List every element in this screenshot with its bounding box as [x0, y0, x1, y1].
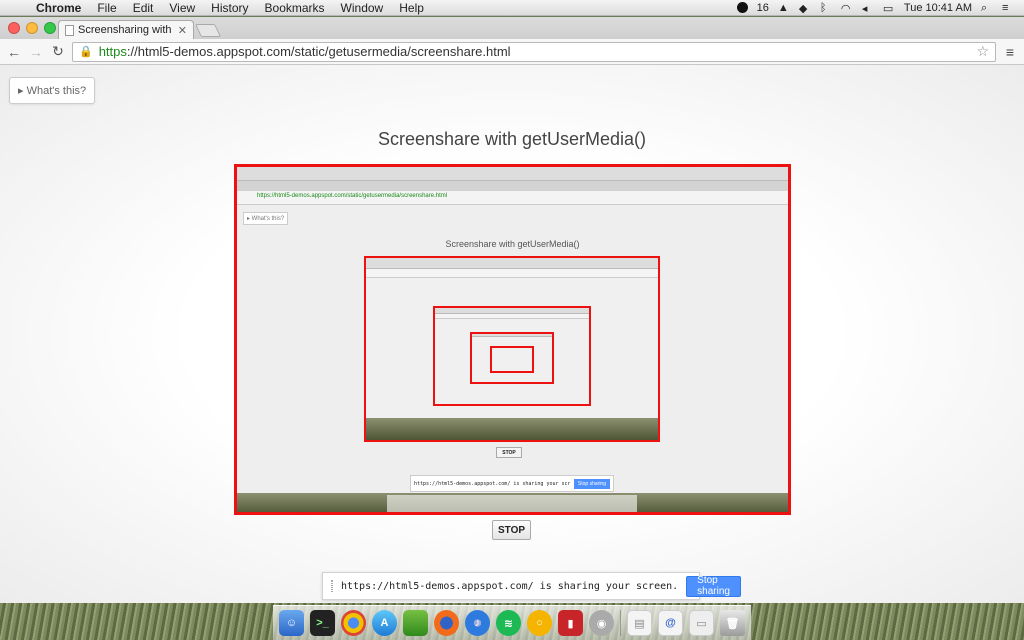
bookmark-star-icon[interactable]: ☆	[976, 43, 989, 60]
dock-separator	[620, 610, 621, 636]
menu-bookmarks[interactable]: Bookmarks	[257, 0, 333, 16]
menu-file[interactable]: File	[89, 0, 124, 16]
volume-icon[interactable]: ◂	[862, 2, 874, 15]
whats-this-button[interactable]: ▸ What's this?	[9, 77, 96, 104]
clock[interactable]: Tue 10:41 AM	[904, 2, 972, 14]
inner-stop-sharing: Stop sharing	[573, 478, 610, 489]
document-icon[interactable]: ▤	[627, 610, 652, 636]
finder-icon[interactable]: ☺	[279, 610, 304, 636]
inner4-menubar	[472, 334, 552, 337]
minimize-window-button[interactable]	[26, 22, 38, 34]
notification-center-icon[interactable]: ≡	[1002, 2, 1014, 14]
dropbox-icon[interactable]: ◆	[799, 2, 811, 15]
stop-button[interactable]: STOP	[492, 520, 531, 540]
inner-screenshare-video	[364, 256, 660, 442]
app-icon[interactable]	[403, 610, 428, 636]
app-icon[interactable]: ◉	[589, 610, 614, 636]
screen-sharing-infobar: https://html5-demos.appspot.com/ is shar…	[322, 572, 741, 600]
tab-title: Screensharing with getUse	[78, 24, 174, 36]
menu-view[interactable]: View	[161, 0, 203, 16]
new-tab-button[interactable]	[194, 24, 222, 37]
menu-edit[interactable]: Edit	[125, 0, 162, 16]
chrome-menu-icon[interactable]: ≡	[1002, 44, 1018, 60]
sharing-message: https://html5-demos.appspot.com/ is shar…	[341, 580, 679, 592]
browser-window: Screensharing with getUse ✕ ← → ↻ 🔒 http…	[0, 17, 1024, 603]
app-icon[interactable]: ▮	[558, 610, 583, 636]
page-title: Screenshare with getUserMedia()	[377, 129, 647, 149]
firefox-icon[interactable]	[434, 610, 459, 636]
url-rest: ://html5-demos.appspot.com/static/getuse…	[126, 44, 511, 59]
inner-desktop	[237, 493, 788, 512]
inner-infobar-message: https://html5-demos.appspot.com/ is shar…	[414, 480, 570, 487]
zoom-window-button[interactable]	[44, 22, 56, 34]
page-content: ▸ What's this? Screenshare with getUserM…	[0, 65, 1024, 603]
back-icon[interactable]: ←	[6, 44, 22, 60]
lock-icon[interactable]: 🔒	[79, 45, 93, 58]
inner2-toolbar	[366, 268, 658, 278]
tab-strip: Screensharing with getUse ✕	[0, 17, 1024, 39]
menu-history[interactable]: History	[203, 0, 256, 16]
inner-dock	[387, 495, 637, 512]
screenshare-video: https://html5-demos.appspot.com/static/g…	[234, 164, 791, 515]
forward-icon[interactable]: →	[28, 44, 44, 60]
inner-infobar: https://html5-demos.appspot.com/ is shar…	[410, 475, 614, 492]
drag-handle-icon[interactable]	[331, 580, 333, 592]
inner-menubar	[237, 167, 788, 181]
menu-app[interactable]: Chrome	[28, 0, 89, 16]
bluetooth-icon[interactable]: ᛒ	[820, 2, 832, 14]
inner-whats-this: ▸ What's this?	[243, 211, 289, 225]
reload-icon[interactable]: ↻	[50, 43, 66, 60]
mail-icon[interactable]: @	[658, 610, 683, 636]
macos-menubar: Chrome File Edit View History Bookmarks …	[0, 0, 1024, 16]
drive-icon[interactable]: ▲	[778, 2, 790, 14]
spotify-icon[interactable]: ≋	[496, 610, 521, 636]
close-tab-icon[interactable]: ✕	[178, 24, 187, 37]
inner2-menubar	[366, 258, 658, 269]
inner4-screenshare-video	[490, 346, 534, 373]
chrome-icon[interactable]	[341, 610, 366, 636]
app-icon[interactable]: ○	[527, 610, 552, 636]
inner-tabstrip	[237, 180, 788, 192]
inner-address-bar: https://html5-demos.appspot.com/static/g…	[237, 191, 788, 205]
inner3-toolbar	[435, 313, 589, 319]
downloads-icon[interactable]: ▭	[689, 610, 714, 636]
appstore-icon[interactable]: A	[372, 610, 397, 636]
window-controls	[8, 22, 56, 34]
page-icon	[65, 24, 74, 36]
inner2-dock	[366, 418, 658, 440]
menu-help[interactable]: Help	[391, 0, 432, 16]
menubar-tray: 16 ▲ ◆ ᛒ ◠ ◂ ▭ Tue 10:41 AM ⌕ ≡	[736, 2, 1024, 15]
close-window-button[interactable]	[8, 22, 20, 34]
itunes-icon[interactable]: ♪	[465, 610, 490, 636]
terminal-icon[interactable]: >_	[310, 610, 335, 636]
stop-sharing-button[interactable]: Stop sharing	[686, 575, 741, 597]
inner-stop-button: STOP	[496, 447, 522, 458]
browser-toolbar: ← → ↻ 🔒 https://html5-demos.appspot.com/…	[0, 39, 1024, 65]
inner3-screenshare-video	[470, 332, 554, 384]
wifi-icon[interactable]: ◠	[841, 2, 853, 15]
tab-screensharing[interactable]: Screensharing with getUse ✕	[58, 20, 194, 39]
spotlight-icon[interactable]: ⌕	[981, 2, 993, 14]
menu-window[interactable]: Window	[333, 0, 392, 16]
inner-heading: Screenshare with getUserMedia()	[445, 239, 580, 250]
inner2-screenshare-video	[433, 306, 591, 406]
record-icon[interactable]	[736, 2, 748, 13]
tray-badge[interactable]: 16	[757, 2, 769, 14]
dock: ☺ >_ A ♪ ≋ ○ ▮ ◉ ▤ @ ▭ 🗑	[273, 605, 751, 640]
url-scheme: https	[98, 44, 127, 59]
trash-icon[interactable]: 🗑	[720, 610, 745, 636]
battery-icon[interactable]: ▭	[883, 2, 895, 15]
address-bar[interactable]: 🔒 https://html5-demos.appspot.com/static…	[72, 41, 996, 62]
